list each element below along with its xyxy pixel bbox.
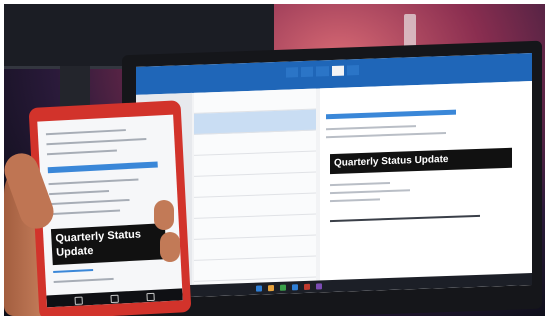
email-banner: Quarterly Status Update bbox=[50, 223, 167, 266]
search-icon bbox=[146, 292, 155, 302]
text-line bbox=[330, 198, 380, 203]
ribbon-tab bbox=[346, 65, 359, 76]
taskbar-icon bbox=[280, 284, 286, 291]
photo: Quarterly Status Update Quarterly Status… bbox=[4, 4, 545, 316]
text-line bbox=[46, 149, 117, 156]
ribbon-tab bbox=[316, 66, 329, 77]
taskbar-icon bbox=[304, 283, 310, 290]
laptop-screen: Quarterly Status Update bbox=[136, 53, 532, 299]
ribbon-tab bbox=[301, 66, 314, 78]
text-line bbox=[53, 277, 114, 284]
text-line bbox=[326, 132, 446, 139]
text-line bbox=[330, 189, 410, 195]
taskbar-icon bbox=[292, 284, 298, 291]
email-banner: Quarterly Status Update bbox=[330, 147, 512, 175]
finger bbox=[154, 200, 174, 230]
back-icon bbox=[74, 296, 83, 305]
text-line bbox=[330, 181, 390, 187]
subject-highlight bbox=[47, 161, 158, 174]
ribbon-tab bbox=[286, 67, 299, 78]
text-line bbox=[49, 190, 110, 196]
reading-pane: Quarterly Status Update bbox=[320, 81, 532, 293]
taskbar-icon bbox=[268, 285, 274, 292]
subject-highlight bbox=[326, 109, 456, 120]
text-line bbox=[326, 125, 416, 131]
text-line bbox=[330, 214, 480, 223]
text-line bbox=[48, 178, 139, 186]
link-line bbox=[53, 268, 94, 274]
text-line bbox=[49, 198, 130, 206]
windows-icon bbox=[110, 294, 119, 304]
ribbon-tab-active bbox=[331, 65, 344, 77]
taskbar-icon bbox=[256, 285, 262, 292]
text-line bbox=[46, 138, 147, 146]
phone-nav-bar bbox=[46, 288, 183, 308]
text-line bbox=[50, 209, 121, 216]
text-line bbox=[45, 129, 126, 136]
finger bbox=[160, 232, 180, 262]
message-item bbox=[194, 256, 316, 282]
taskbar-icon bbox=[316, 283, 322, 290]
message-list bbox=[194, 88, 316, 297]
ribbon-tabs bbox=[286, 65, 359, 78]
